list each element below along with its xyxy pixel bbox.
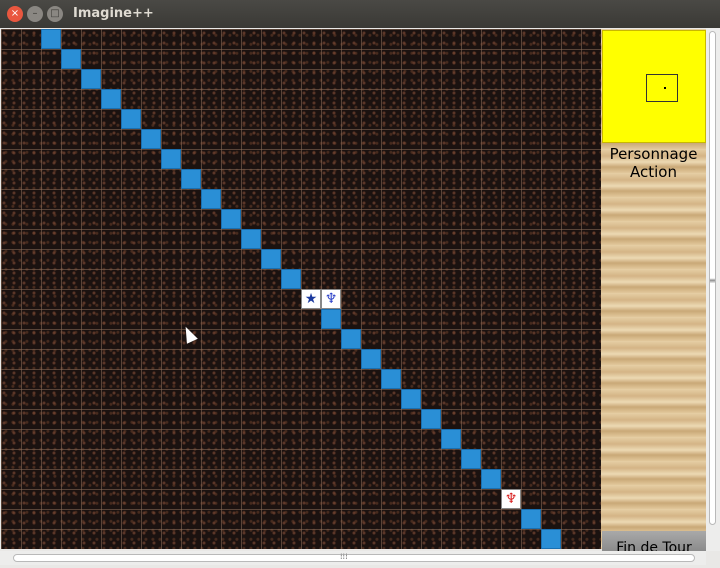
blue-star-unit[interactable]: ★ (301, 289, 321, 309)
path-tile[interactable] (101, 89, 121, 109)
path-tile[interactable] (321, 309, 341, 329)
path-tile[interactable] (201, 189, 221, 209)
horizontal-scrollbar[interactable]: ⁞⁞⁞ (0, 551, 706, 565)
vertical-grip-icon: ≡ (709, 276, 716, 285)
path-tile[interactable] (361, 349, 381, 369)
path-tile[interactable] (181, 169, 201, 189)
title-bar: × – □ Imagine++ (0, 0, 720, 28)
window-title: Imagine++ (73, 6, 154, 21)
minimap[interactable] (602, 30, 706, 143)
path-tile[interactable] (481, 469, 501, 489)
red-demon-unit[interactable]: ♆ (501, 489, 521, 509)
path-tile[interactable] (441, 429, 461, 449)
path-tile[interactable] (221, 209, 241, 229)
path-tile[interactable] (521, 509, 541, 529)
path-tile[interactable] (141, 129, 161, 149)
horizontal-grip-icon: ⁞⁞⁞ (340, 552, 348, 561)
action-label: Action (630, 163, 677, 181)
game-board[interactable]: ★ ♆ ♆ (1, 29, 601, 549)
side-panel: Personnage Action (601, 29, 706, 549)
end-turn-button[interactable]: Fin de Tour (602, 531, 706, 553)
star-icon: ★ (304, 291, 318, 307)
close-button[interactable]: × (7, 6, 23, 22)
path-tile[interactable] (341, 329, 361, 349)
maximize-button[interactable]: □ (47, 6, 63, 22)
path-tile[interactable] (241, 229, 261, 249)
minimap-viewport (646, 74, 678, 102)
path-tile[interactable] (121, 109, 141, 129)
path-tile[interactable] (261, 249, 281, 269)
game-window: ★ ♆ ♆ Personnage Action Fin de Tour ≡ ⁞⁞⁞ (0, 28, 720, 568)
minimap-player-dot (664, 87, 666, 89)
path-tile[interactable] (421, 409, 441, 429)
path-tile[interactable] (401, 389, 421, 409)
path-tile[interactable] (381, 369, 401, 389)
minimize-button[interactable]: – (27, 6, 43, 22)
demon-icon: ♆ (324, 291, 338, 307)
demon-icon: ♆ (504, 491, 518, 507)
path-tile[interactable] (461, 449, 481, 469)
path-tile[interactable] (61, 49, 81, 69)
path-tile[interactable] (81, 69, 101, 89)
path-tile[interactable] (541, 529, 561, 549)
horizontal-scroll-thumb[interactable] (13, 554, 695, 562)
path-tile[interactable] (41, 29, 61, 49)
blue-demon-unit[interactable]: ♆ (321, 289, 341, 309)
path-tile[interactable] (281, 269, 301, 289)
path-tile[interactable] (161, 149, 181, 169)
vertical-scrollbar[interactable]: ≡ (706, 28, 720, 551)
personnage-label: Personnage (609, 145, 698, 163)
